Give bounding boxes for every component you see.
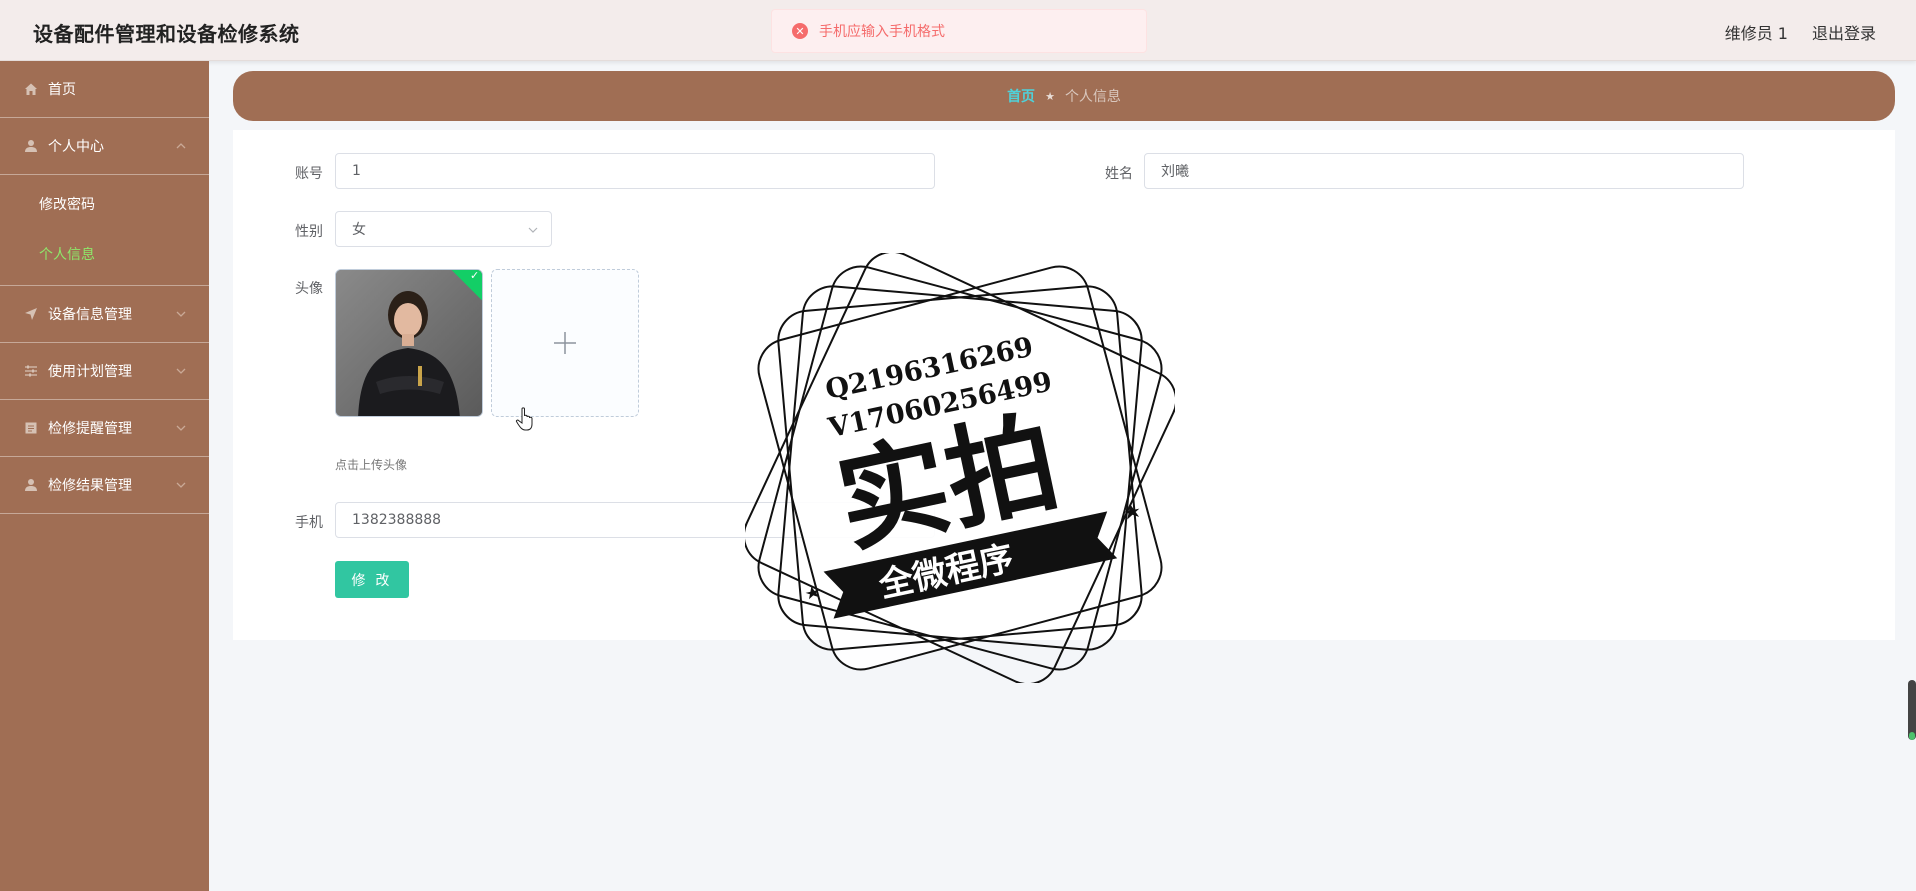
upload-hint: 点击上传头像	[335, 458, 408, 472]
chevron-down-icon	[176, 482, 186, 488]
gender-select[interactable]: 女	[335, 211, 552, 247]
current-user: 维修员 1	[1724, 24, 1788, 43]
hand-cursor-icon	[515, 407, 533, 431]
sidebar-item-label: 检修结果管理	[48, 478, 132, 494]
logout-link[interactable]: 退出登录	[1812, 20, 1876, 44]
sidebar-item-personal-info[interactable]: 个人信息	[0, 229, 209, 279]
breadcrumb: 首页 ★ 个人信息	[233, 71, 1895, 121]
chevron-down-icon	[176, 368, 186, 374]
breadcrumb-current: 个人信息	[1064, 89, 1121, 105]
check-icon: ✓	[470, 269, 480, 282]
submit-button[interactable]: 修 改	[335, 561, 409, 598]
sidebar-item-label: 使用计划管理	[48, 364, 132, 380]
avatar[interactable]: ✓	[335, 269, 483, 417]
name-label: 姓名	[1105, 166, 1133, 182]
document-icon	[23, 420, 39, 436]
user-icon	[23, 477, 39, 493]
error-icon: ✕	[792, 23, 808, 39]
sidebar-item-maintenance-result[interactable]: 检修结果管理	[0, 457, 209, 514]
sidebar-item-maintenance-reminder[interactable]: 检修提醒管理	[0, 400, 209, 457]
chevron-down-icon	[176, 311, 186, 317]
scrollbar-thumb[interactable]	[1909, 732, 1915, 740]
sidebar-item-label: 检修提醒管理	[48, 421, 132, 437]
chevron-down-icon	[528, 227, 538, 233]
plus-icon	[554, 332, 576, 354]
avatar-label: 头像	[295, 281, 323, 297]
personal-center-submenu: 修改密码 个人信息	[0, 175, 209, 286]
user-icon	[23, 138, 39, 154]
name-input[interactable]: 刘曦	[1144, 153, 1744, 189]
avatar-upload-button[interactable]	[491, 269, 639, 417]
sidebar-item-label: 设备信息管理	[48, 307, 132, 323]
header-user-area: 维修员 1 退出登录	[1725, 20, 1876, 44]
send-icon	[23, 306, 39, 322]
star-icon: ★	[1045, 89, 1055, 103]
error-toast: ✕ 手机应输入手机格式	[771, 9, 1147, 53]
gender-select-value: 女	[352, 222, 366, 238]
sidebar-item-label: 个人中心	[48, 139, 104, 155]
phone-label: 手机	[295, 515, 323, 531]
sidebar-item-device-info[interactable]: 设备信息管理	[0, 286, 209, 343]
toast-message: 手机应输入手机格式	[819, 24, 945, 40]
account-label: 账号	[295, 166, 323, 182]
breadcrumb-home[interactable]: 首页	[1007, 86, 1035, 106]
account-input[interactable]: 1	[335, 153, 935, 189]
page-scrollbar[interactable]	[1908, 680, 1916, 740]
chevron-down-icon	[176, 425, 186, 431]
avatar-photo	[336, 270, 482, 416]
sidebar-item-personal-center[interactable]: 个人中心	[0, 118, 209, 175]
sidebar: 首页 个人中心 修改密码 个人信息 设备信息管理 使用计划管理 检修提醒管理 检…	[0, 61, 209, 891]
watermark-stamp: Q2196316269 V17060256499 实拍 全微程序	[745, 253, 1175, 683]
app-title: 设备配件管理和设备检修系统	[33, 22, 300, 46]
sidebar-item-usage-plan[interactable]: 使用计划管理	[0, 343, 209, 400]
sidebar-item-home[interactable]: 首页	[0, 61, 209, 118]
sidebar-item-change-password[interactable]: 修改密码	[0, 179, 209, 229]
sliders-icon	[23, 363, 39, 379]
chevron-up-icon	[176, 143, 186, 149]
sidebar-item-label: 首页	[48, 82, 76, 98]
gender-label: 性别	[295, 224, 323, 240]
home-icon	[23, 81, 39, 97]
